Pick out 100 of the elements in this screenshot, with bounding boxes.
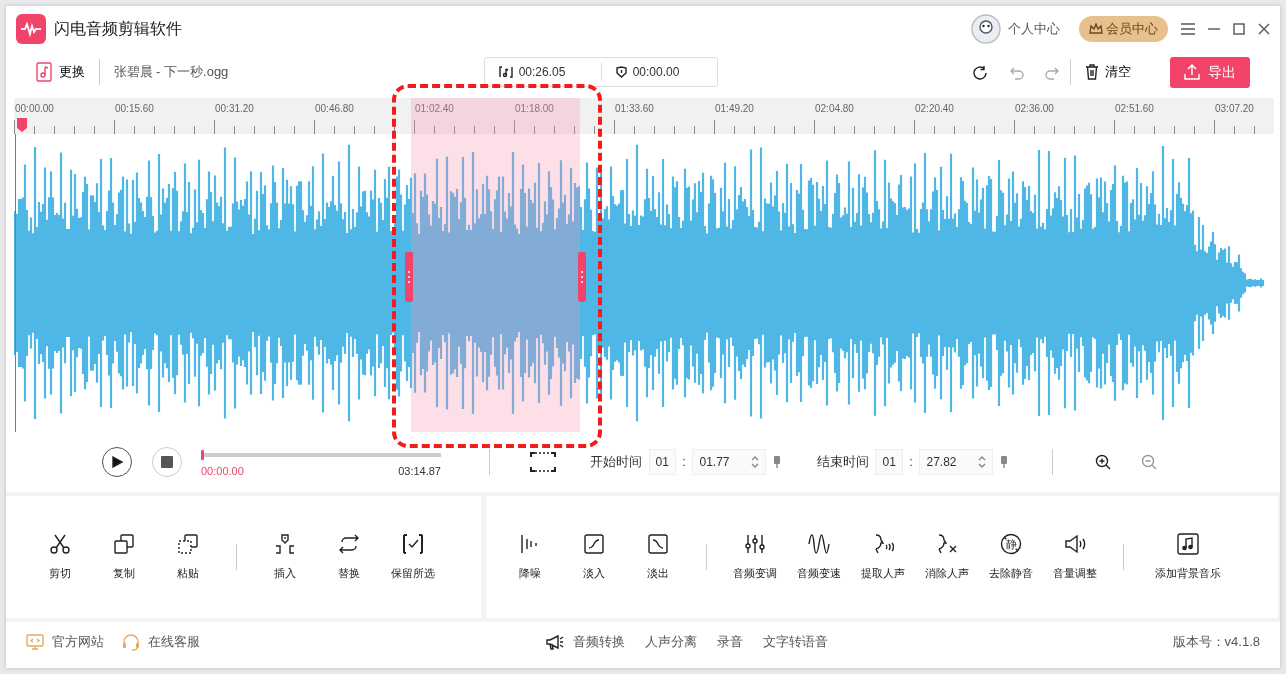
replace-file-button[interactable]: 更换 <box>36 62 85 82</box>
tool-button[interactable]: 淡出 <box>626 532 690 582</box>
equalizer-icon <box>744 532 766 555</box>
megaphone-icon <box>544 633 565 651</box>
tool-button[interactable]: 复制 <box>92 532 156 582</box>
minimize-icon <box>1208 28 1220 30</box>
colon-separator: : <box>682 453 686 472</box>
footer-link[interactable]: 人声分离 <box>644 632 697 652</box>
progress-fill[interactable] <box>201 449 204 460</box>
spinner-icon <box>978 456 987 468</box>
time-label: 02:51.60 <box>1115 102 1154 116</box>
tool-button[interactable]: 音量调整 <box>1043 532 1107 582</box>
play-button[interactable] <box>102 447 132 477</box>
tool-button[interactable]: 降噪 <box>498 532 562 582</box>
crown-icon <box>1088 23 1103 35</box>
zoom-in-icon[interactable] <box>1094 454 1111 470</box>
app-logo-icon <box>16 14 46 44</box>
tool-button[interactable]: 音频变速 <box>787 532 851 582</box>
selection-handle-icon[interactable] <box>578 252 586 302</box>
footer-link[interactable]: 录音 <box>716 632 743 652</box>
spinner-icon <box>751 456 760 468</box>
tool-button[interactable]: 音频变调 <box>723 532 787 582</box>
refresh-icon[interactable] <box>973 64 989 81</box>
time-field-label: 开始时间 <box>590 453 642 472</box>
time-label: 01:33.60 <box>615 102 654 116</box>
trash-icon <box>1084 64 1099 80</box>
app-title: 闪电音频剪辑软件 <box>54 19 182 39</box>
close-icon <box>1258 23 1270 35</box>
stop-button[interactable] <box>151 447 182 477</box>
tool-button[interactable]: 消除人声 <box>915 532 979 582</box>
fade-in-icon <box>583 532 605 555</box>
headset-icon <box>122 633 140 651</box>
tool-button[interactable]: 提取人声 <box>851 532 915 582</box>
time-label: 00:46.80 <box>315 102 354 116</box>
tool-button[interactable]: 保留所选 <box>381 532 445 582</box>
selection-region[interactable] <box>411 98 580 432</box>
play-icon <box>111 456 123 468</box>
minute-field[interactable]: 01 <box>875 449 903 475</box>
music-file-icon <box>36 62 52 82</box>
tool-button[interactable]: 淡入 <box>562 532 626 582</box>
avatar-icon <box>971 14 1002 44</box>
tool-button[interactable]: 插入 <box>253 532 317 582</box>
stop-icon <box>160 456 173 468</box>
duration-value: 00:00.00 <box>632 64 680 81</box>
time-label: 01:49.20 <box>715 102 754 116</box>
silence-icon: 静 <box>1000 532 1022 555</box>
footer-link[interactable]: 官方网站 <box>26 632 104 652</box>
time-label: 00:31.20 <box>215 102 254 116</box>
current-time: 00:00.00 <box>201 464 244 479</box>
footer-link[interactable]: 文字转语音 <box>762 632 828 652</box>
clear-button[interactable]: 清空 <box>1084 62 1131 82</box>
voice-face-icon <box>872 532 894 555</box>
copy-icon <box>113 532 135 555</box>
music-note-icon <box>1177 532 1199 555</box>
second-field[interactable]: 27.82 <box>919 449 994 475</box>
insert-icon <box>274 532 296 555</box>
maximize-icon <box>1233 23 1245 35</box>
file-name: 张碧晨 - 下一秒.ogg <box>113 63 229 82</box>
sine-wave-icon <box>808 532 830 555</box>
speaker-icon <box>1064 532 1086 555</box>
total-time: 03:14.87 <box>398 464 441 479</box>
time-label: 03:07.20 <box>1215 102 1254 116</box>
scissors-icon <box>49 532 71 555</box>
time-label: 00:00.00 <box>15 102 54 116</box>
voice-remove-icon <box>936 532 958 555</box>
footer-link[interactable]: 在线客服 <box>122 632 200 652</box>
time-label: 02:04.80 <box>815 102 854 116</box>
selection-bracket-icon <box>530 452 556 472</box>
playhead-marker-icon[interactable] <box>17 118 27 132</box>
footer-link[interactable]: 音频转换 <box>544 632 625 652</box>
export-button[interactable]: 导出 <box>1170 56 1250 88</box>
tool-button[interactable]: 添加背景音乐 <box>1140 532 1236 582</box>
time-label: 01:18.00 <box>515 102 554 116</box>
monitor-icon <box>26 633 44 651</box>
time-label: 02:36.00 <box>1015 102 1054 116</box>
fade-out-icon <box>647 532 669 555</box>
replace-icon <box>338 532 360 555</box>
tool-button[interactable]: 替换 <box>317 532 381 582</box>
pin-icon <box>999 455 1008 469</box>
second-field[interactable]: 01.77 <box>692 449 767 475</box>
time-field-label: 结束时间 <box>817 453 869 472</box>
tool-button[interactable]: 粘贴 <box>156 532 220 582</box>
minute-field[interactable]: 01 <box>648 449 676 475</box>
zoom-out-icon[interactable] <box>1140 454 1157 470</box>
colon-separator: : <box>909 453 913 472</box>
vip-center-button[interactable]: 会员中心 <box>1078 16 1168 42</box>
tool-button[interactable]: 剪切 <box>28 532 92 582</box>
user-center-link[interactable]: 个人中心 <box>965 13 1066 45</box>
duration-value: 00:26.05 <box>518 64 566 81</box>
pin-icon <box>773 455 781 469</box>
upload-icon <box>1184 64 1200 80</box>
tool-button[interactable]: 静 去除静音 <box>979 532 1043 582</box>
time-label: 01:02.40 <box>415 102 454 116</box>
menu-icon <box>1181 23 1195 35</box>
time-label: 00:15.60 <box>115 102 154 116</box>
selection-handle-icon[interactable] <box>405 252 413 302</box>
shield-icon <box>615 66 627 78</box>
paste-icon <box>177 532 199 555</box>
music-bracket-icon <box>498 66 513 78</box>
version-text: 版本号：v4.1.8 <box>1172 633 1260 652</box>
